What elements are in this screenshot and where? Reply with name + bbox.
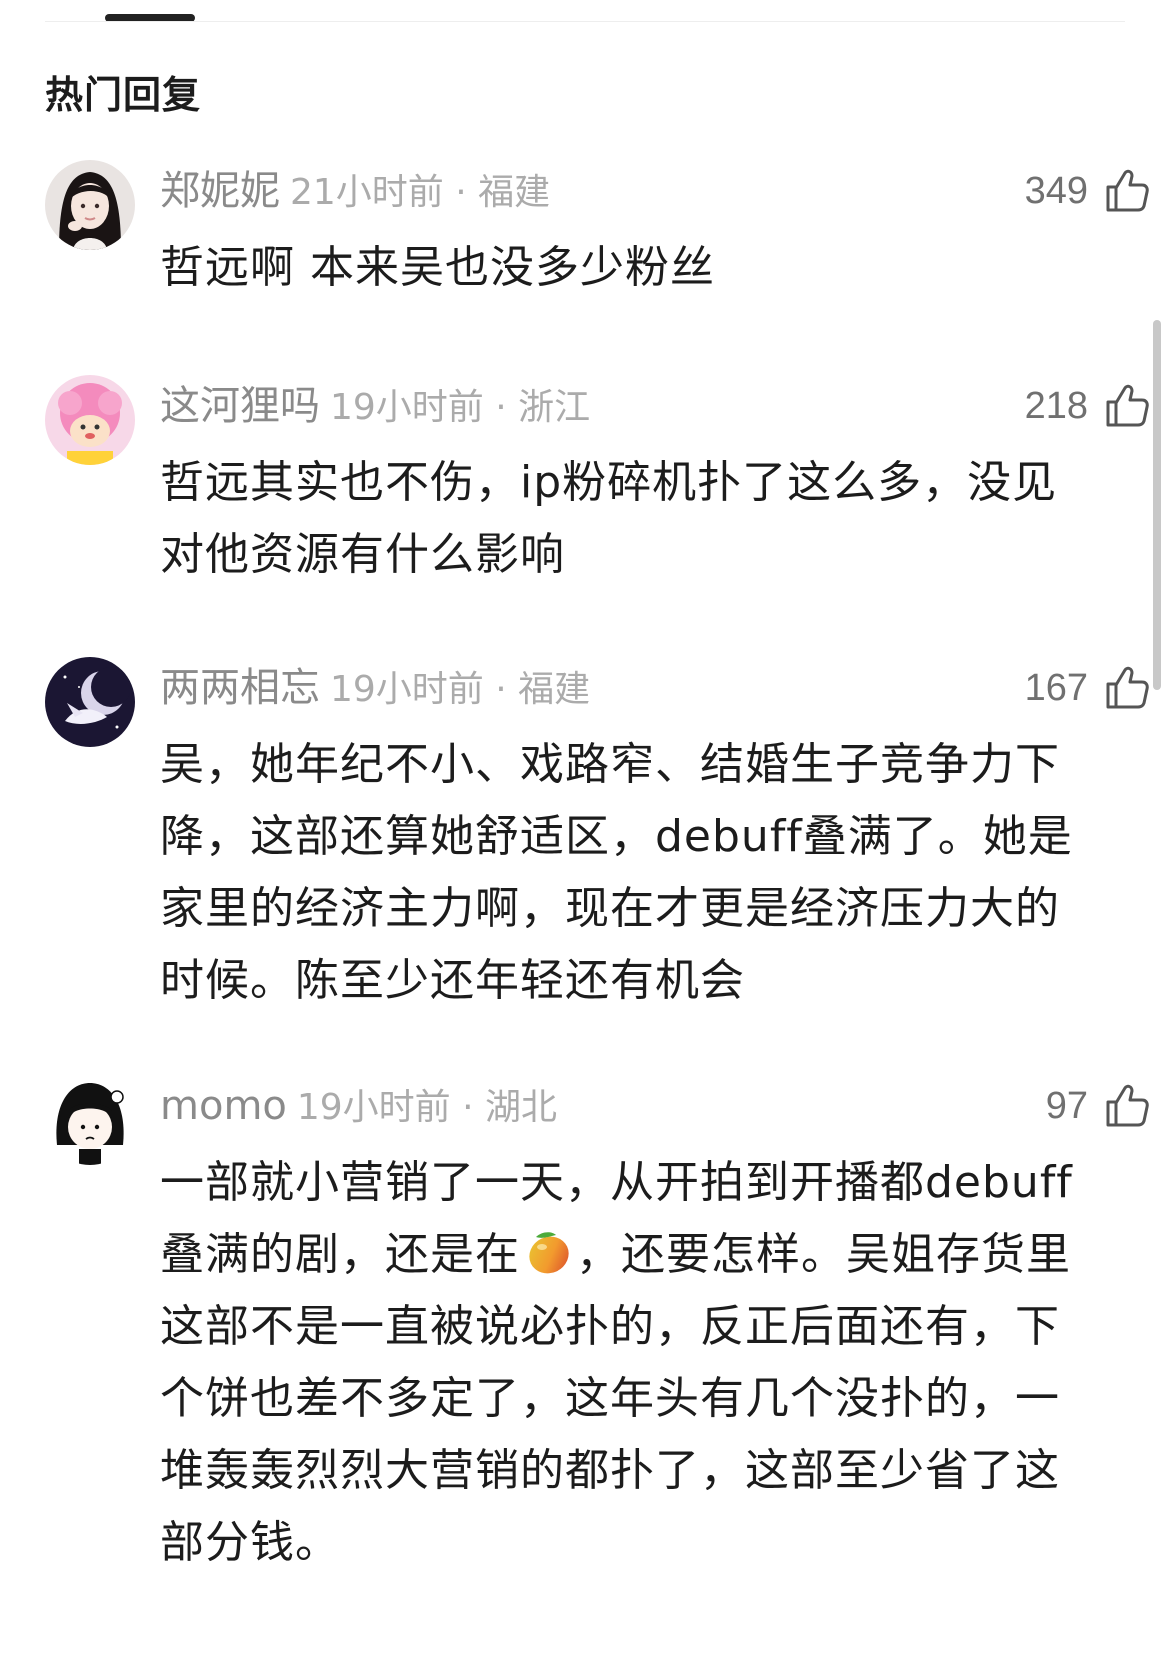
like-count: 349 bbox=[1024, 169, 1088, 212]
like-button[interactable]: 349 bbox=[1025, 166, 1152, 216]
comment-text: 一部就小营销了一天，从开拍到开播都debuff叠满的剧，还是在 ，还要怎样。吴姐… bbox=[160, 1147, 1090, 1579]
comment-meta: momo 19小时前 · 湖北 bbox=[160, 1081, 557, 1139]
comment-text: 哲远其实也不伤，ip粉碎机扑了这么多，没见对他资源有什么影响 bbox=[160, 457, 1058, 580]
like-button[interactable]: 167 bbox=[1025, 663, 1152, 713]
avatar[interactable] bbox=[45, 160, 135, 250]
like-button[interactable]: 97 bbox=[1046, 1081, 1152, 1131]
thumbs-up-icon[interactable] bbox=[1102, 663, 1152, 713]
time-location: 19小时前 · 湖北 bbox=[296, 1087, 558, 1128]
user-name[interactable]: 两两相忘 bbox=[160, 665, 320, 711]
thumbs-up-icon[interactable] bbox=[1102, 1081, 1152, 1131]
time-location: 21小时前 · 福建 bbox=[290, 172, 551, 213]
user-name[interactable]: 郑妮妮 bbox=[160, 168, 280, 214]
like-count: 167 bbox=[1024, 666, 1088, 709]
comment-meta: 两两相忘 19小时前 · 福建 bbox=[160, 663, 590, 721]
thumbs-up-icon[interactable] bbox=[1102, 381, 1152, 431]
comment-meta: 这河狸吗 19小时前 · 浙江 bbox=[160, 381, 590, 439]
time-location: 19小时前 · 浙江 bbox=[330, 387, 591, 428]
thumbs-up-icon[interactable] bbox=[1102, 166, 1152, 216]
comment-text: 哲远啊 本来吴也没多少粉丝 bbox=[160, 242, 715, 293]
avatar[interactable] bbox=[45, 1075, 135, 1165]
comment-text: 吴，她年纪不小、戏路窄、结婚生子竞争力下降，这部还算她舒适区，debuff叠满了… bbox=[160, 739, 1073, 1006]
section-title: 热门回复 bbox=[45, 73, 202, 117]
scrollbar[interactable] bbox=[1153, 320, 1161, 690]
top-divider bbox=[45, 21, 1125, 22]
user-name[interactable]: momo bbox=[160, 1083, 287, 1129]
like-button[interactable]: 218 bbox=[1025, 381, 1152, 431]
like-count: 97 bbox=[1045, 1084, 1088, 1127]
like-count: 218 bbox=[1024, 384, 1088, 427]
mango-emoji-icon bbox=[529, 1232, 569, 1274]
comment-meta: 郑妮妮 21小时前 · 福建 bbox=[160, 166, 550, 224]
avatar[interactable] bbox=[45, 375, 135, 465]
time-location: 19小时前 · 福建 bbox=[330, 669, 591, 710]
avatar[interactable] bbox=[45, 657, 135, 747]
user-name[interactable]: 这河狸吗 bbox=[160, 383, 320, 429]
